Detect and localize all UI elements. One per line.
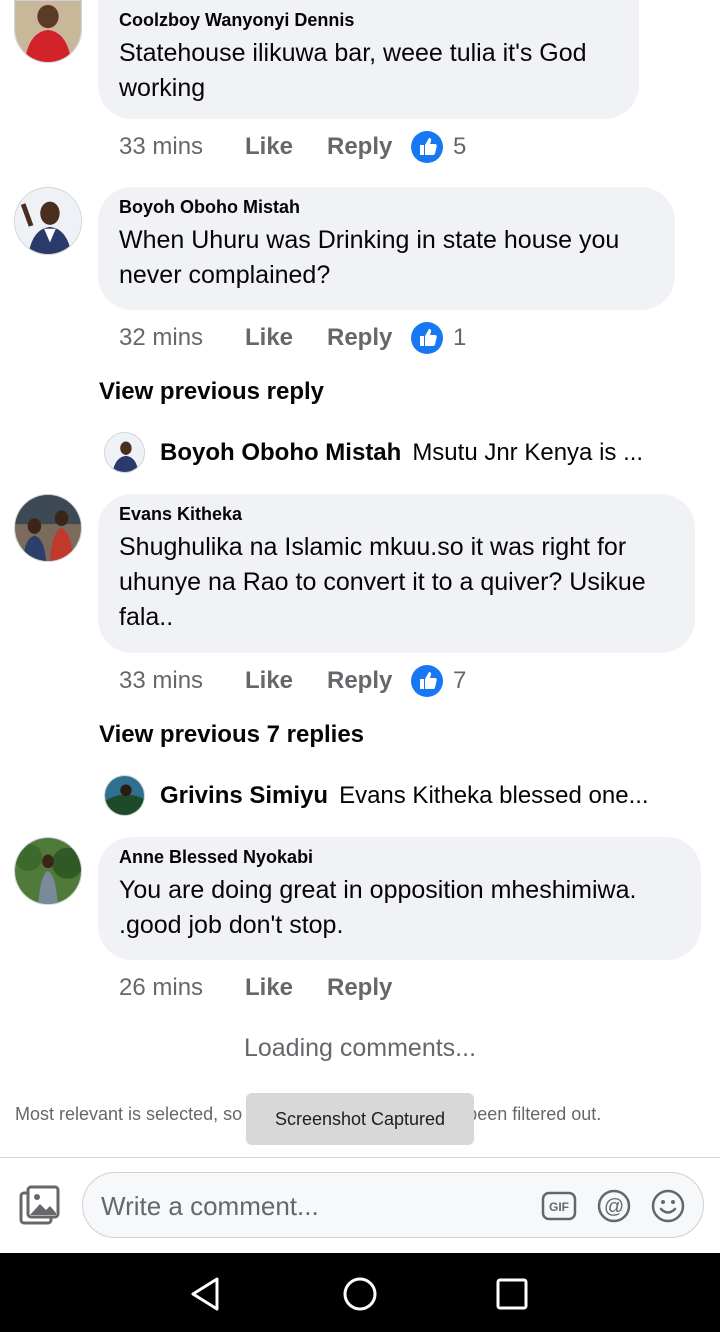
comment-time[interactable]: 26 mins bbox=[119, 974, 245, 1002]
comment-time[interactable]: 33 mins bbox=[119, 133, 245, 161]
comment-actions: 26 mins Like Reply bbox=[119, 971, 411, 1005]
avatar bbox=[104, 775, 145, 816]
comment-composer[interactable]: GIF @ bbox=[82, 1172, 704, 1238]
comment-author[interactable]: Evans Kitheka bbox=[119, 504, 675, 525]
loading-comments-label: Loading comments... bbox=[243, 1034, 477, 1062]
reply-author[interactable]: Boyoh Oboho Mistah bbox=[160, 439, 401, 467]
divider bbox=[0, 1157, 720, 1158]
svg-text:GIF: GIF bbox=[549, 1200, 569, 1214]
like-button[interactable]: Like bbox=[245, 133, 327, 161]
comment-text: uhunye na Rao to convert it to a quiver?… bbox=[119, 568, 646, 596]
comment-text: You are doing great in opposition mheshi… bbox=[119, 876, 637, 904]
reply-preview[interactable]: Grivins Simiyu Evans Kitheka blessed one… bbox=[104, 775, 649, 816]
gif-icon[interactable]: GIF bbox=[541, 1188, 577, 1224]
avatar[interactable] bbox=[14, 837, 82, 905]
like-reaction-icon bbox=[411, 131, 443, 163]
like-button[interactable]: Like bbox=[245, 324, 327, 352]
system-navigation-bar bbox=[0, 1253, 720, 1332]
comment-author[interactable]: Boyoh Oboho Mistah bbox=[119, 197, 655, 218]
comment-text: .good job don't stop. bbox=[119, 911, 344, 939]
comment-input[interactable] bbox=[101, 1187, 521, 1225]
emoji-icon[interactable] bbox=[650, 1188, 686, 1224]
mention-icon[interactable]: @ bbox=[596, 1188, 632, 1224]
reaction-count-label: 1 bbox=[453, 324, 467, 351]
reply-text: Msutu Jnr Kenya is ... bbox=[412, 438, 644, 466]
comment-text: working bbox=[119, 74, 206, 102]
like-reaction-icon bbox=[411, 665, 443, 697]
screenshot-toast: Screenshot Captured bbox=[246, 1093, 474, 1145]
avatar[interactable] bbox=[14, 0, 82, 63]
comment-time[interactable]: 32 mins bbox=[119, 324, 245, 352]
recents-icon[interactable] bbox=[493, 1275, 531, 1313]
reply-author[interactable]: Grivins Simiyu bbox=[160, 782, 328, 810]
comment-bubble[interactable]: Evans Kitheka Shughulika na Islamic mkuu… bbox=[98, 494, 695, 653]
avatar[interactable] bbox=[14, 187, 82, 255]
comment-bubble[interactable]: Anne Blessed Nyokabi You are doing great… bbox=[98, 837, 701, 960]
reply-button[interactable]: Reply bbox=[327, 667, 411, 695]
comment-actions: 33 mins Like Reply 5 bbox=[119, 130, 466, 164]
reaction-count-label: 7 bbox=[453, 667, 467, 694]
comment-author[interactable]: Coolzboy Wanyonyi Dennis bbox=[119, 10, 619, 31]
like-reaction-icon bbox=[411, 322, 443, 354]
view-previous-replies-link[interactable]: View previous 7 replies bbox=[99, 721, 364, 749]
reaction-count[interactable]: 5 bbox=[411, 131, 466, 163]
home-icon[interactable] bbox=[341, 1275, 379, 1313]
like-button[interactable]: Like bbox=[245, 667, 327, 695]
reply-button[interactable]: Reply bbox=[327, 133, 411, 161]
reply-button[interactable]: Reply bbox=[327, 324, 411, 352]
comment-time[interactable]: 33 mins bbox=[119, 667, 245, 695]
reply-button[interactable]: Reply bbox=[327, 974, 411, 1002]
avatar bbox=[104, 432, 145, 473]
comment-bubble[interactable]: Boyoh Oboho Mistah When Uhuru was Drinki… bbox=[98, 187, 675, 310]
comment-actions: 33 mins Like Reply 7 bbox=[119, 664, 466, 698]
comment-text: When Uhuru was Drinking in state house y… bbox=[119, 226, 620, 254]
comment-author[interactable]: Anne Blessed Nyokabi bbox=[119, 847, 681, 868]
back-icon[interactable] bbox=[187, 1275, 225, 1313]
comment-bubble[interactable]: Coolzboy Wanyonyi Dennis Statehouse ilik… bbox=[98, 0, 639, 119]
view-previous-replies-link[interactable]: View previous reply bbox=[99, 378, 324, 406]
comment-text: fala.. bbox=[119, 603, 174, 631]
svg-text:@: @ bbox=[604, 1196, 624, 1218]
reaction-count-label: 5 bbox=[453, 133, 467, 160]
comment-text: Shughulika na Islamic mkuu.so it was rig… bbox=[119, 533, 627, 561]
reply-text: Evans Kitheka blessed one... bbox=[339, 781, 649, 809]
reaction-count[interactable]: 1 bbox=[411, 322, 466, 354]
reply-preview[interactable]: Boyoh Oboho Mistah Msutu Jnr Kenya is ..… bbox=[104, 432, 643, 473]
like-button[interactable]: Like bbox=[245, 974, 327, 1002]
comment-text: never complained? bbox=[119, 261, 331, 289]
avatar[interactable] bbox=[14, 494, 82, 562]
photo-icon[interactable] bbox=[18, 1185, 62, 1227]
reaction-count[interactable]: 7 bbox=[411, 665, 466, 697]
comment-actions: 32 mins Like Reply 1 bbox=[119, 321, 466, 355]
comment-text: Statehouse ilikuwa bar, weee tulia it's … bbox=[119, 39, 587, 67]
